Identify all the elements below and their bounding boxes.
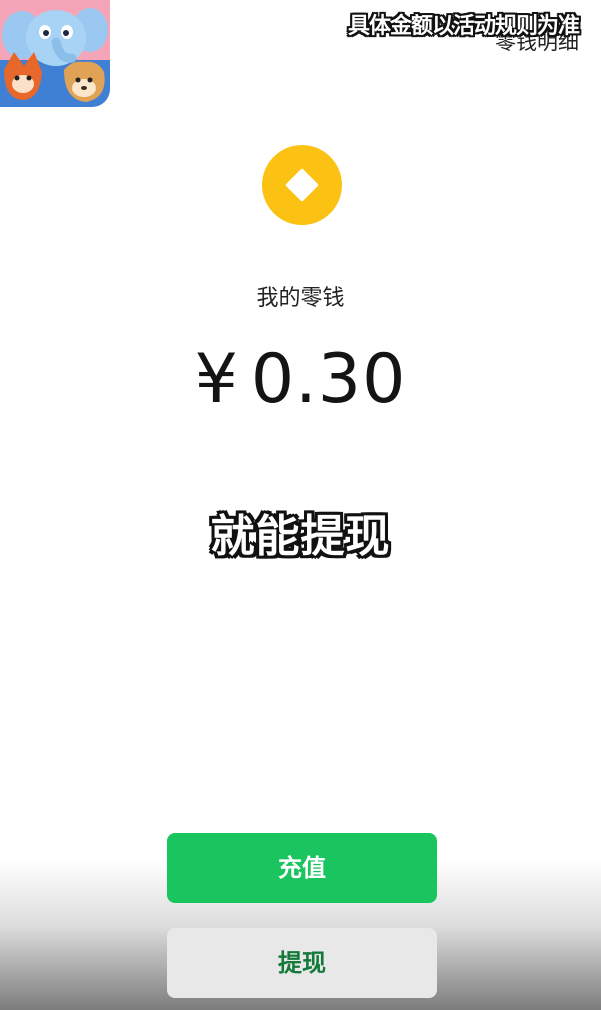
diamond-icon — [285, 168, 319, 202]
balance-label: 我的零钱 — [256, 286, 345, 311]
currency-symbol: ¥ — [194, 340, 239, 419]
coin-diamond-icon — [262, 145, 342, 225]
app-logo — [0, 0, 110, 107]
balance-value: 0.30 — [250, 340, 407, 419]
cartoon-elephant-app-logo-icon — [0, 0, 110, 107]
overlay-caption-mid: 就能提现 — [210, 511, 391, 562]
overlay-caption-top: 具体金额以活动规则为准 — [347, 14, 580, 39]
recharge-button[interactable]: 充值 — [167, 833, 437, 903]
balance-amount: ¥0.30 — [0, 340, 601, 419]
withdraw-button[interactable]: 提现 — [167, 928, 437, 998]
